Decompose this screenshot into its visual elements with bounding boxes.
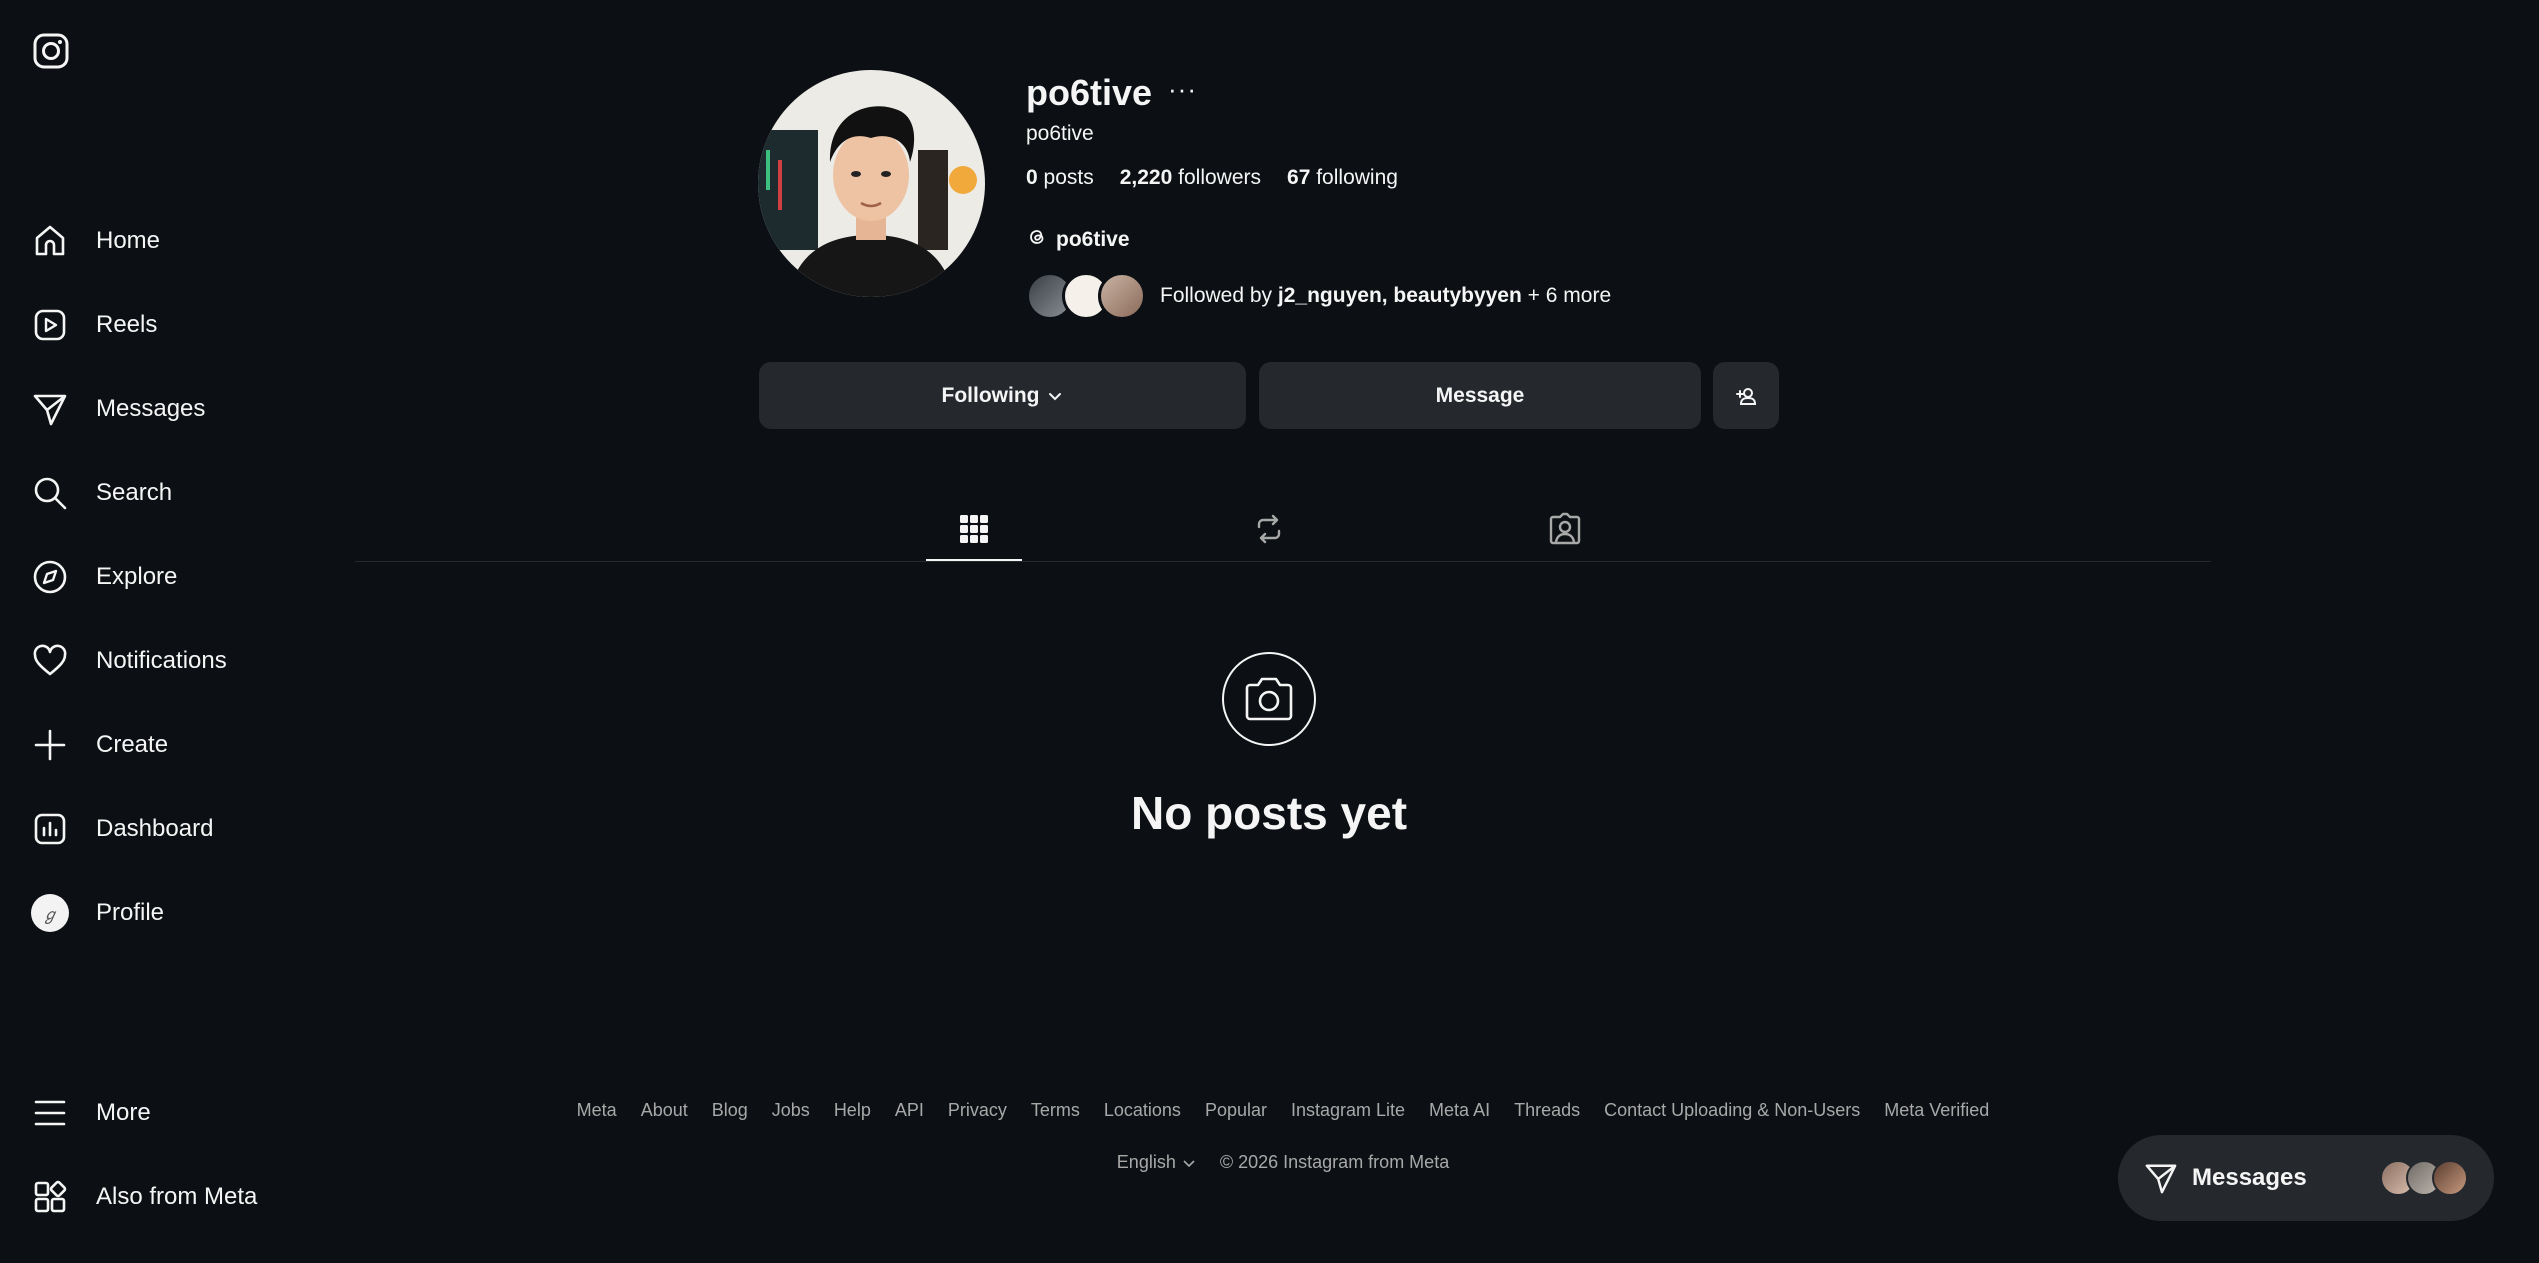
footer-link[interactable]: Jobs [772, 1100, 810, 1121]
footer-link[interactable]: Blog [712, 1100, 748, 1121]
sidebar-item-create[interactable]: Create [28, 715, 288, 775]
camera-icon [1222, 652, 1316, 746]
footer-link[interactable]: Meta [577, 1100, 617, 1121]
explore-icon [28, 555, 72, 599]
sidebar-item-label: Notifications [96, 647, 227, 674]
reels-icon [28, 303, 72, 347]
sidebar-item-label: Explore [96, 563, 178, 590]
profile-stats: 0 posts 2,220 followers 67 following [1026, 166, 1398, 190]
footer-link[interactable]: Meta AI [1429, 1100, 1490, 1121]
footer-link[interactable]: Terms [1031, 1100, 1080, 1121]
sidebar-item-more[interactable]: More [28, 1083, 288, 1143]
menu-icon [28, 1091, 72, 1135]
sidebar-item-label: Home [96, 227, 161, 254]
following-label: Following [941, 383, 1040, 407]
footer-link[interactable]: Meta Verified [1884, 1100, 1989, 1121]
sidebar-item-label: Reels [96, 311, 158, 338]
footer-bottom: English © 2026 Instagram from Meta [355, 1152, 2211, 1173]
messages-icon [2144, 1161, 2178, 1195]
sidebar-item-reels[interactable]: Reels [28, 295, 288, 355]
footer-link[interactable]: Threads [1514, 1100, 1580, 1121]
chevron-down-icon [1047, 388, 1063, 404]
sidebar-item-explore[interactable]: Explore [28, 547, 288, 607]
instagram-logo[interactable] [32, 32, 70, 70]
sidebar-item-messages[interactable]: Messages [28, 379, 288, 439]
tabs-divider [355, 561, 2211, 562]
profile-handle: po6tive [1026, 122, 1094, 145]
avatar [2432, 1160, 2468, 1196]
sidebar: Home Reels Messages Search Explore Notif… [0, 0, 300, 1263]
sidebar-item-dashboard[interactable]: Dashboard [28, 799, 288, 859]
followed-by-text: Followed by j2_nguyen, beautybyyen + 6 m… [1160, 284, 1612, 307]
sidebar-item-also-from-meta[interactable]: Also from Meta [28, 1167, 288, 1227]
sidebar-item-label: Create [96, 731, 169, 758]
sidebar-item-label: Profile [96, 899, 165, 926]
sidebar-item-profile[interactable]: ℊ Profile [28, 883, 288, 943]
footer-link[interactable]: Popular [1205, 1100, 1267, 1121]
heart-icon [28, 639, 72, 683]
posts-stat: 0 posts [1026, 166, 1094, 189]
threads-icon [1026, 226, 1048, 254]
empty-state-title: No posts yet [1130, 787, 1408, 839]
sidebar-item-label: Also from Meta [96, 1183, 258, 1210]
footer-link[interactable]: Locations [1104, 1100, 1181, 1121]
reposts-icon [1253, 513, 1285, 550]
threads-handle: po6tive [1056, 228, 1130, 251]
following-button[interactable]: Following [759, 362, 1246, 429]
threads-link[interactable]: po6tive [1026, 226, 1130, 254]
followed-by[interactable]: Followed by j2_nguyen, beautybyyen + 6 m… [1026, 272, 1611, 320]
footer-link[interactable]: Help [834, 1100, 871, 1121]
follower-avatars [1026, 272, 1146, 320]
footer-link[interactable]: Instagram Lite [1291, 1100, 1405, 1121]
footer-link[interactable]: Contact Uploading & Non-Users [1604, 1100, 1860, 1121]
messages-icon [28, 387, 72, 431]
plus-icon [28, 723, 72, 767]
more-options-icon[interactable]: ··· [1168, 74, 1197, 105]
tab-reposts[interactable] [1221, 500, 1317, 562]
apps-icon [28, 1175, 72, 1219]
language-select[interactable]: English [1117, 1152, 1196, 1173]
chevron-down-icon [1182, 1156, 1196, 1170]
sidebar-item-label: More [96, 1099, 151, 1126]
tab-tagged[interactable] [1517, 500, 1613, 562]
followers-stat[interactable]: 2,220 followers [1120, 166, 1261, 190]
home-icon [28, 219, 72, 263]
footer-link[interactable]: API [895, 1100, 924, 1121]
sidebar-item-label: Messages [96, 395, 206, 422]
following-stat[interactable]: 67 following [1287, 166, 1398, 190]
messages-pill-label: Messages [2192, 1164, 2307, 1191]
dashboard-icon [28, 807, 72, 851]
sidebar-item-label: Dashboard [96, 815, 214, 842]
add-user-button[interactable] [1713, 362, 1779, 429]
message-label: Message [1435, 383, 1525, 407]
footer-links: Meta About Blog Jobs Help API Privacy Te… [355, 1100, 2211, 1121]
posts-grid-icon [959, 514, 989, 549]
profile-username: po6tive [1026, 72, 1153, 113]
sidebar-item-notifications[interactable]: Notifications [28, 631, 288, 691]
tab-posts[interactable] [926, 500, 1022, 562]
profile-avatar[interactable] [758, 70, 985, 297]
sidebar-item-search[interactable]: Search [28, 463, 288, 523]
add-user-icon [1735, 385, 1757, 407]
avatar: ℊ [31, 894, 69, 932]
profile-main: po6tive ··· po6tive 0 posts 2,220 follow… [355, 0, 2211, 1263]
copyright: © 2026 Instagram from Meta [1219, 1152, 1450, 1172]
search-icon [28, 471, 72, 515]
sidebar-item-home[interactable]: Home [28, 211, 288, 271]
messages-pill-avatars [2380, 1160, 2468, 1196]
footer-link[interactable]: About [641, 1100, 688, 1121]
avatar [1098, 272, 1146, 320]
messages-pill-button[interactable]: Messages [2118, 1135, 2494, 1221]
tagged-icon [1548, 512, 1582, 551]
footer-link[interactable]: Privacy [948, 1100, 1007, 1121]
message-button[interactable]: Message [1259, 362, 1701, 429]
sidebar-item-label: Search [96, 479, 173, 506]
